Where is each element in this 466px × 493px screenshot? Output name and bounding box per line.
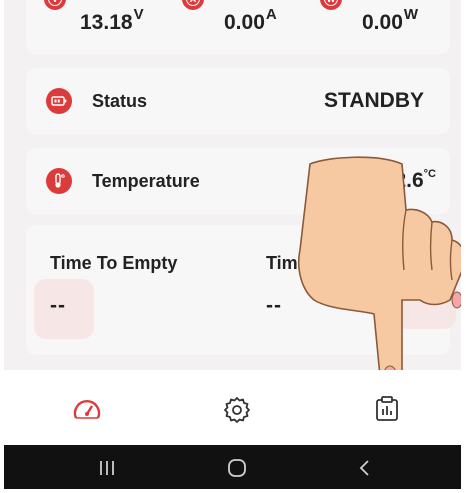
- speedometer-icon[interactable]: [70, 392, 104, 426]
- clipboard-chart-icon[interactable]: [370, 392, 404, 426]
- power-value: 0.00W: [362, 6, 419, 34]
- current-reading: A 0.00A: [182, 0, 302, 46]
- power-icon: W: [320, 0, 342, 10]
- app-screen: V 13.18V A 0.00A W 0.00W: [4, 0, 461, 489]
- time-to-empty: Time To Empty --: [50, 253, 177, 318]
- current-value: 0.00A: [224, 6, 277, 34]
- voltage-value: 13.18V: [80, 6, 144, 34]
- back-icon[interactable]: [350, 457, 380, 479]
- battery-icon: [46, 88, 72, 114]
- status-label: Status: [92, 91, 148, 111]
- status-value: STANDBY: [324, 89, 424, 112]
- time-to-empty-value: --: [50, 294, 66, 317]
- recents-icon[interactable]: [92, 457, 122, 479]
- thermometer-icon: [46, 168, 72, 194]
- bottom-nav-bar: [4, 370, 461, 445]
- system-navigation-bar: [4, 445, 461, 489]
- temperature-label: Temperature: [92, 171, 200, 191]
- status-card: Status STANDBY: [26, 68, 450, 134]
- time-to-empty-label: Time To Empty: [50, 253, 178, 273]
- gear-icon[interactable]: [220, 392, 254, 426]
- readings-card: V 13.18V A 0.00A W 0.00W: [26, 0, 450, 54]
- current-icon: A: [182, 0, 204, 10]
- voltage-icon: V: [44, 0, 66, 10]
- pointing-hand-illustration: [298, 156, 461, 385]
- voltage-reading: V 13.18V: [44, 0, 164, 46]
- power-reading: W 0.00W: [320, 0, 446, 46]
- home-icon[interactable]: [222, 457, 252, 479]
